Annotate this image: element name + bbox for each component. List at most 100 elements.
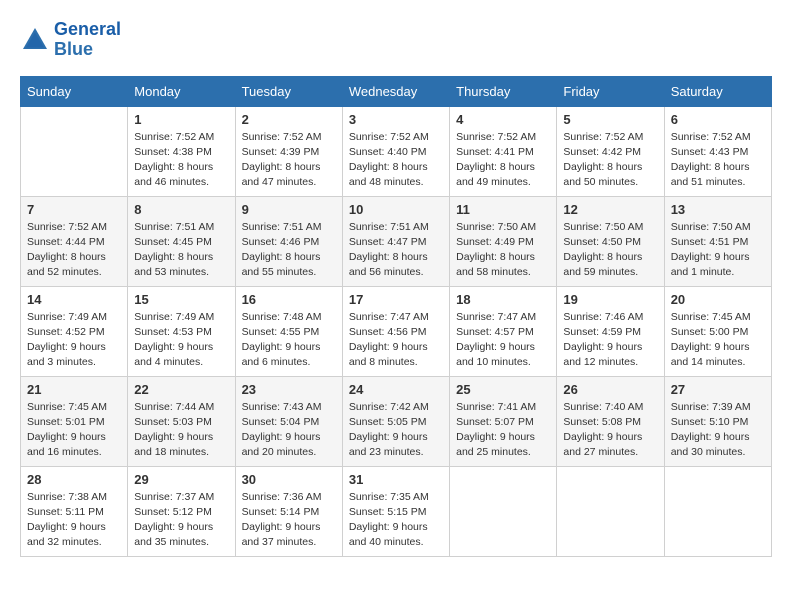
day-info: Sunrise: 7:52 AMSunset: 4:40 PMDaylight:… <box>349 130 443 191</box>
calendar-cell: 8 Sunrise: 7:51 AMSunset: 4:45 PMDaylight… <box>128 196 235 286</box>
day-number: 20 <box>671 292 765 307</box>
calendar-week-row: 28 Sunrise: 7:38 AMSunset: 5:11 PMDayligh… <box>21 466 772 556</box>
day-number: 17 <box>349 292 443 307</box>
day-info: Sunrise: 7:52 AMSunset: 4:44 PMDaylight:… <box>27 220 121 281</box>
calendar-cell: 21 Sunrise: 7:45 AMSunset: 5:01 PMDayligh… <box>21 376 128 466</box>
calendar-cell: 9 Sunrise: 7:51 AMSunset: 4:46 PMDaylight… <box>235 196 342 286</box>
day-info: Sunrise: 7:44 AMSunset: 5:03 PMDaylight:… <box>134 400 228 461</box>
day-info: Sunrise: 7:42 AMSunset: 5:05 PMDaylight:… <box>349 400 443 461</box>
day-header-monday: Monday <box>128 76 235 106</box>
day-number: 31 <box>349 472 443 487</box>
day-info: Sunrise: 7:51 AMSunset: 4:45 PMDaylight:… <box>134 220 228 281</box>
calendar-cell: 17Sunrise: 7:47 AMSunset: 4:56 PMDayligh… <box>342 286 449 376</box>
day-info: Sunrise: 7:36 AMSunset: 5:14 PMDaylight:… <box>242 490 336 551</box>
day-header-thursday: Thursday <box>450 76 557 106</box>
day-info: Sunrise: 7:51 AMSunset: 4:46 PMDaylight:… <box>242 220 336 281</box>
logo: General Blue <box>20 20 121 60</box>
calendar-cell: 31 Sunrise: 7:35 AMSunset: 5:15 PMDayligh… <box>342 466 449 556</box>
day-number: 25 <box>456 382 550 397</box>
day-number: 3 <box>349 112 443 127</box>
calendar-cell: 22 Sunrise: 7:44 AMSunset: 5:03 PMDayligh… <box>128 376 235 466</box>
page-header: General Blue <box>20 20 772 60</box>
day-info: Sunrise: 7:43 AMSunset: 5:04 PMDaylight:… <box>242 400 336 461</box>
calendar-header-row: SundayMondayTuesdayWednesdayThursdayFrid… <box>21 76 772 106</box>
day-info: Sunrise: 7:49 AMSunset: 4:52 PMDaylight:… <box>27 310 121 371</box>
day-number: 11 <box>456 202 550 217</box>
day-number: 12 <box>563 202 657 217</box>
calendar-cell: 10Sunrise: 7:51 AMSunset: 4:47 PMDayligh… <box>342 196 449 286</box>
day-number: 9 <box>242 202 336 217</box>
day-info: Sunrise: 7:50 AMSunset: 4:50 PMDaylight:… <box>563 220 657 281</box>
day-header-wednesday: Wednesday <box>342 76 449 106</box>
calendar-week-row: 7 Sunrise: 7:52 AMSunset: 4:44 PMDaylight… <box>21 196 772 286</box>
day-info: Sunrise: 7:47 AMSunset: 4:57 PMDaylight:… <box>456 310 550 371</box>
day-header-friday: Friday <box>557 76 664 106</box>
calendar-cell: 29Sunrise: 7:37 AMSunset: 5:12 PMDayligh… <box>128 466 235 556</box>
calendar-week-row: 21 Sunrise: 7:45 AMSunset: 5:01 PMDayligh… <box>21 376 772 466</box>
calendar-cell <box>664 466 771 556</box>
logo-icon <box>20 25 50 55</box>
day-number: 1 <box>134 112 228 127</box>
calendar-cell: 18 Sunrise: 7:47 AMSunset: 4:57 PMDayligh… <box>450 286 557 376</box>
calendar-cell: 3 Sunrise: 7:52 AMSunset: 4:40 PMDaylight… <box>342 106 449 196</box>
calendar-cell: 16 Sunrise: 7:48 AMSunset: 4:55 PMDayligh… <box>235 286 342 376</box>
day-number: 18 <box>456 292 550 307</box>
day-info: Sunrise: 7:50 AMSunset: 4:49 PMDaylight:… <box>456 220 550 281</box>
day-info: Sunrise: 7:40 AMSunset: 5:08 PMDaylight:… <box>563 400 657 461</box>
calendar-cell: 19Sunrise: 7:46 AMSunset: 4:59 PMDayligh… <box>557 286 664 376</box>
day-info: Sunrise: 7:48 AMSunset: 4:55 PMDaylight:… <box>242 310 336 371</box>
calendar-cell: 28 Sunrise: 7:38 AMSunset: 5:11 PMDayligh… <box>21 466 128 556</box>
day-number: 23 <box>242 382 336 397</box>
day-number: 30 <box>242 472 336 487</box>
calendar-cell: 20 Sunrise: 7:45 AMSunset: 5:00 PMDayligh… <box>664 286 771 376</box>
day-number: 21 <box>27 382 121 397</box>
day-info: Sunrise: 7:41 AMSunset: 5:07 PMDaylight:… <box>456 400 550 461</box>
calendar-cell: 26Sunrise: 7:40 AMSunset: 5:08 PMDayligh… <box>557 376 664 466</box>
day-info: Sunrise: 7:38 AMSunset: 5:11 PMDaylight:… <box>27 490 121 551</box>
day-number: 5 <box>563 112 657 127</box>
day-info: Sunrise: 7:49 AMSunset: 4:53 PMDaylight:… <box>134 310 228 371</box>
calendar-cell: 14Sunrise: 7:49 AMSunset: 4:52 PMDayligh… <box>21 286 128 376</box>
calendar-cell: 23 Sunrise: 7:43 AMSunset: 5:04 PMDayligh… <box>235 376 342 466</box>
calendar-cell: 24 Sunrise: 7:42 AMSunset: 5:05 PMDayligh… <box>342 376 449 466</box>
day-number: 4 <box>456 112 550 127</box>
day-header-tuesday: Tuesday <box>235 76 342 106</box>
day-info: Sunrise: 7:52 AMSunset: 4:43 PMDaylight:… <box>671 130 765 191</box>
day-info: Sunrise: 7:52 AMSunset: 4:41 PMDaylight:… <box>456 130 550 191</box>
day-header-sunday: Sunday <box>21 76 128 106</box>
day-info: Sunrise: 7:45 AMSunset: 5:00 PMDaylight:… <box>671 310 765 371</box>
day-number: 29 <box>134 472 228 487</box>
calendar-cell: 4 Sunrise: 7:52 AMSunset: 4:41 PMDaylight… <box>450 106 557 196</box>
day-number: 15 <box>134 292 228 307</box>
day-number: 24 <box>349 382 443 397</box>
calendar-cell: 27 Sunrise: 7:39 AMSunset: 5:10 PMDayligh… <box>664 376 771 466</box>
day-number: 28 <box>27 472 121 487</box>
logo-text: General Blue <box>54 20 121 60</box>
calendar-cell: 6 Sunrise: 7:52 AMSunset: 4:43 PMDaylight… <box>664 106 771 196</box>
day-header-saturday: Saturday <box>664 76 771 106</box>
day-number: 16 <box>242 292 336 307</box>
day-number: 7 <box>27 202 121 217</box>
calendar-cell: 7 Sunrise: 7:52 AMSunset: 4:44 PMDaylight… <box>21 196 128 286</box>
day-number: 22 <box>134 382 228 397</box>
day-number: 13 <box>671 202 765 217</box>
calendar-cell: 25 Sunrise: 7:41 AMSunset: 5:07 PMDayligh… <box>450 376 557 466</box>
calendar-cell: 11 Sunrise: 7:50 AMSunset: 4:49 PMDayligh… <box>450 196 557 286</box>
calendar-cell: 15 Sunrise: 7:49 AMSunset: 4:53 PMDayligh… <box>128 286 235 376</box>
calendar-cell <box>557 466 664 556</box>
calendar-cell: 30 Sunrise: 7:36 AMSunset: 5:14 PMDayligh… <box>235 466 342 556</box>
day-info: Sunrise: 7:35 AMSunset: 5:15 PMDaylight:… <box>349 490 443 551</box>
day-number: 27 <box>671 382 765 397</box>
day-number: 19 <box>563 292 657 307</box>
calendar-week-row: 14Sunrise: 7:49 AMSunset: 4:52 PMDayligh… <box>21 286 772 376</box>
day-info: Sunrise: 7:52 AMSunset: 4:38 PMDaylight:… <box>134 130 228 191</box>
day-number: 8 <box>134 202 228 217</box>
day-number: 6 <box>671 112 765 127</box>
calendar-cell: 1 Sunrise: 7:52 AMSunset: 4:38 PMDaylight… <box>128 106 235 196</box>
calendar-cell <box>450 466 557 556</box>
calendar-cell: 2Sunrise: 7:52 AMSunset: 4:39 PMDaylight… <box>235 106 342 196</box>
day-info: Sunrise: 7:45 AMSunset: 5:01 PMDaylight:… <box>27 400 121 461</box>
day-info: Sunrise: 7:39 AMSunset: 5:10 PMDaylight:… <box>671 400 765 461</box>
day-number: 10 <box>349 202 443 217</box>
calendar-cell: 5Sunrise: 7:52 AMSunset: 4:42 PMDaylight… <box>557 106 664 196</box>
